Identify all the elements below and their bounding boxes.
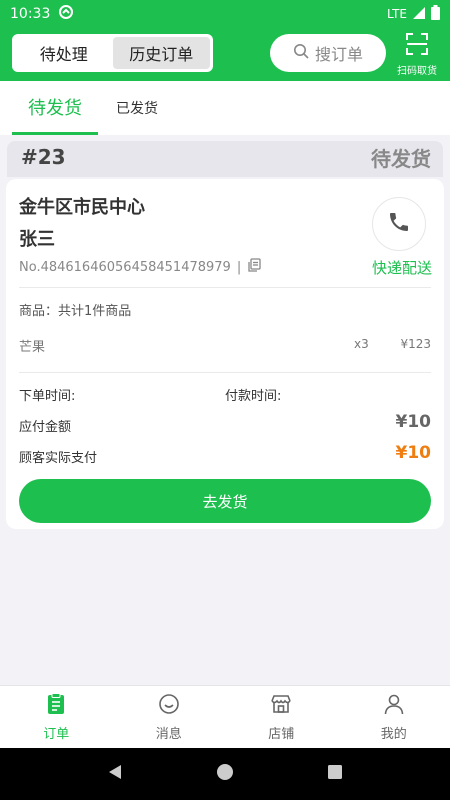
nav-item-messages[interactable]: 消息 xyxy=(113,686,226,748)
order-number: #23 xyxy=(21,145,66,169)
search-button[interactable]: 搜订单 xyxy=(270,34,386,72)
pay-time-label: 付款时间: xyxy=(225,389,282,404)
order-no-row: No.4846164605645845147897​9 | xyxy=(19,258,261,276)
order-no: No.4846164605645845147897​9 xyxy=(19,259,231,275)
battery-icon xyxy=(431,5,440,23)
store-icon xyxy=(269,692,293,720)
call-button[interactable] xyxy=(372,197,426,251)
order-card: 金牛区市民中心 张三 No.4846164605645845147897​9 |… xyxy=(6,179,444,529)
scan-label: 扫码取货 xyxy=(397,66,437,77)
customer-name: 张三 xyxy=(19,229,55,250)
nav-label: 消息 xyxy=(155,727,182,742)
scan-icon xyxy=(405,32,429,60)
clipboard-icon xyxy=(44,692,68,720)
phone-icon xyxy=(387,210,411,238)
signal-icon xyxy=(412,6,426,23)
home-icon[interactable] xyxy=(216,763,234,785)
actual-paid-value: ¥10 xyxy=(395,443,432,463)
header: 待处理 历史订单 搜订单 扫码取货 xyxy=(0,28,450,81)
nav-label: 我的 xyxy=(380,727,407,742)
delivery-type: 快递配送 xyxy=(371,259,432,277)
nav-label: 订单 xyxy=(43,727,70,742)
status-right: LTE xyxy=(387,5,440,23)
item-price: ¥123 xyxy=(400,337,431,351)
status-time: 10:33 xyxy=(10,6,51,22)
nav-item-orders[interactable]: 订单 xyxy=(0,686,113,748)
nav-item-profile[interactable]: 我的 xyxy=(338,686,450,748)
order-status: 待发货 xyxy=(371,147,431,171)
search-icon xyxy=(293,43,309,63)
nav-item-store[interactable]: 店铺 xyxy=(225,686,338,748)
delivery-address: 金牛区市民中心 xyxy=(19,197,145,218)
scan-button[interactable]: 扫码取货 xyxy=(392,32,442,78)
ship-button[interactable]: 去发货 xyxy=(19,479,431,523)
seg-tab-history[interactable]: 历史订单 xyxy=(112,37,210,69)
order-time-label: 下单时间: xyxy=(19,389,76,404)
chat-icon xyxy=(157,692,181,720)
order-no-separator: | xyxy=(236,259,242,275)
app-status-icon xyxy=(58,4,74,24)
item-name: 芒果 xyxy=(19,340,46,355)
sub-tabs: 待发货 已发货 xyxy=(0,81,450,135)
status-bar: 10:33 LTE xyxy=(0,0,450,28)
payable-value: ¥10 xyxy=(395,412,432,432)
divider xyxy=(19,372,431,373)
seg-tab-pending[interactable]: 待处理 xyxy=(15,37,113,69)
tab-to-ship[interactable]: 待发货 xyxy=(12,81,98,135)
network-label: LTE xyxy=(387,7,407,21)
back-icon[interactable] xyxy=(106,763,124,785)
order-header: #23 待发货 xyxy=(7,141,443,177)
recents-icon[interactable] xyxy=(326,763,344,785)
actual-paid-label: 顾客实际支付 xyxy=(19,451,98,466)
system-nav-bar xyxy=(0,748,450,800)
tab-shipped[interactable]: 已发货 xyxy=(104,81,170,135)
goods-summary: 商品：共计1件商品 xyxy=(19,304,132,319)
user-icon xyxy=(382,692,406,720)
segmented-control: 待处理 历史订单 xyxy=(12,34,213,72)
nav-label: 店铺 xyxy=(268,727,295,742)
bottom-nav: 订单 消息 店铺 我的 xyxy=(0,685,450,748)
item-qty: x3 xyxy=(354,337,369,351)
divider xyxy=(19,287,431,288)
payable-label: 应付金额 xyxy=(19,420,72,435)
search-placeholder: 搜订单 xyxy=(314,45,363,64)
copy-icon[interactable] xyxy=(247,258,261,276)
